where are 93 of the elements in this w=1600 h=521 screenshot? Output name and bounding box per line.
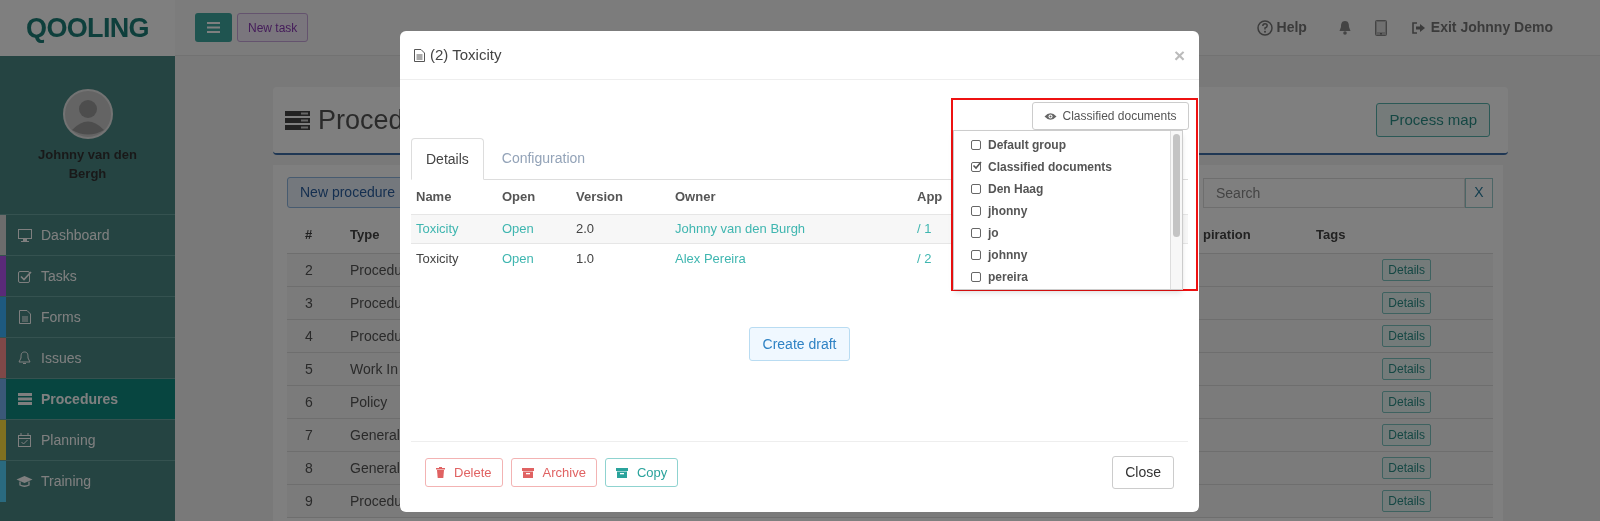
tab[interactable]: Details [411, 138, 484, 180]
sidebar-item[interactable]: Training [6, 461, 175, 501]
table-link[interactable]: Open [497, 248, 571, 269]
table-link[interactable]: Toxicity [411, 219, 497, 239]
archive-box-icon [615, 467, 628, 478]
sidebar-item[interactable]: Procedures [6, 379, 175, 419]
group-option[interactable]: johnny [971, 244, 1170, 266]
create-draft-button[interactable]: Create draft [748, 327, 851, 361]
details-button[interactable]: Details [1382, 490, 1431, 512]
table-cell-text: 6 [305, 392, 314, 412]
list-icon [17, 393, 32, 405]
help-link[interactable]: Help [1256, 17, 1307, 38]
table-cell-text: 1.0 [575, 249, 596, 268]
sidebar-item[interactable]: Issues [6, 338, 175, 378]
sidebar-item[interactable]: Forms [6, 297, 175, 337]
table-cell-text: 2.0 [575, 220, 596, 239]
table-cell-text: 7 [305, 425, 314, 445]
eye-icon [1044, 111, 1058, 121]
table-cell-text: 2 [305, 260, 314, 280]
close-button[interactable]: × [1173, 45, 1185, 65]
details-button[interactable]: Details [1382, 292, 1431, 314]
calendar-icon [18, 433, 31, 447]
trash-icon [436, 467, 445, 478]
sidebar-item[interactable]: Dashboard [6, 215, 175, 255]
tab[interactable]: Configuration [483, 137, 604, 179]
details-button[interactable]: Details [1382, 391, 1431, 413]
checkbox[interactable] [971, 272, 981, 282]
process-map-button[interactable]: Process map [1376, 103, 1490, 137]
column-header: Tags [1316, 225, 1347, 244]
new-task-button[interactable]: New task [237, 13, 309, 42]
group-visibility-button[interactable]: Classified documents [1032, 102, 1189, 130]
details-button[interactable]: Details [1382, 259, 1431, 281]
table-cell-text: 8 [305, 458, 314, 478]
column-header: Open [501, 188, 537, 207]
table-cell-text: 9 [305, 491, 314, 511]
scrollbar-thumb[interactable] [1173, 134, 1180, 237]
checkbox[interactable] [971, 206, 981, 216]
checkbox[interactable] [971, 228, 981, 238]
close-button[interactable]: Close [1112, 456, 1174, 489]
column-header: Version [575, 188, 624, 207]
checkbox[interactable] [971, 140, 981, 150]
table-cell-text: 5 [305, 359, 314, 379]
sidebar-item[interactable]: Tasks [6, 256, 175, 296]
bell-icon [18, 351, 31, 365]
modal-title: (2) Toxicity [430, 44, 502, 65]
exit-link[interactable]: Exit Johnny Demo [1411, 17, 1553, 38]
archive-button[interactable]: Archive [510, 458, 597, 487]
sign-out-icon [1411, 21, 1426, 34]
details-button[interactable]: Details [1382, 457, 1431, 479]
details-button[interactable]: Details [1382, 358, 1431, 380]
details-button[interactable]: Details [1382, 325, 1431, 347]
column-header: Type [350, 225, 380, 244]
group-option[interactable]: Den Haag [971, 178, 1170, 200]
logo: QOOLING [26, 11, 149, 45]
checkbox[interactable] [971, 184, 981, 194]
graduation-cap-icon [16, 475, 33, 487]
delete-button[interactable]: Delete [425, 458, 503, 487]
search-field[interactable]: Search [1203, 177, 1465, 208]
column-header: piration [1203, 225, 1252, 244]
monitor-icon [17, 228, 32, 242]
checkbox[interactable] [971, 250, 981, 260]
table-link[interactable]: Open [497, 219, 571, 239]
group-option[interactable]: jo [971, 222, 1170, 244]
copy-button[interactable]: Copy [604, 458, 679, 487]
group-option[interactable]: Classified documents [971, 156, 1170, 178]
document-icon [414, 48, 425, 62]
table-cell-text: 3 [305, 293, 314, 313]
group-option[interactable]: pereira [971, 266, 1170, 288]
group-option[interactable]: Default group [971, 134, 1170, 156]
column-header: Owner [674, 188, 717, 207]
table-link[interactable]: Johnny van den Burgh [670, 219, 912, 239]
check-square-icon [17, 269, 32, 283]
table-cell-text: Work In [350, 359, 398, 379]
avatar-icon [62, 89, 113, 139]
table-cell-text: General [350, 425, 400, 445]
table-cell-text: Toxicity [415, 249, 460, 268]
clear-search-button[interactable]: X [1465, 177, 1493, 208]
help-icon [1256, 19, 1273, 36]
document-icon [18, 310, 31, 324]
column-header: Name [415, 188, 453, 207]
table-cell-text: Policy [350, 392, 388, 412]
column-header: # [305, 225, 314, 244]
table-cell-text: 4 [305, 326, 314, 346]
sidebar-item[interactable]: Planning [6, 420, 175, 460]
table-link[interactable]: Alex Pereira [670, 248, 912, 269]
archive-box-icon [521, 467, 534, 478]
column-header: App [916, 188, 944, 207]
checkbox[interactable] [971, 162, 981, 172]
list-icon [285, 110, 310, 130]
table-cell-text: General [350, 458, 400, 478]
menu-icon [207, 22, 220, 33]
details-button[interactable]: Details [1382, 424, 1431, 446]
group-option[interactable]: jhonny [971, 200, 1170, 222]
